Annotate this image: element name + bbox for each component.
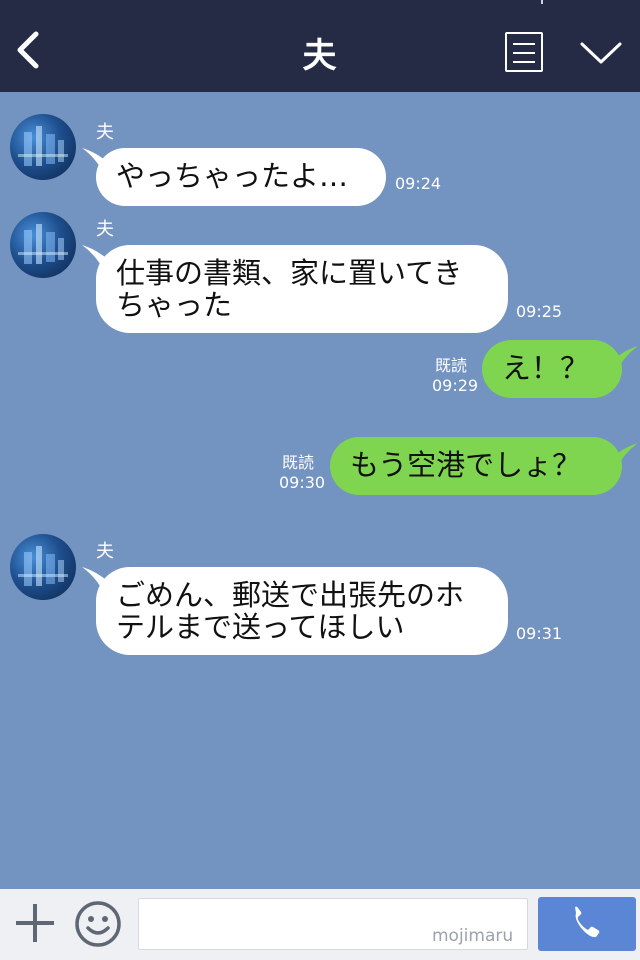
avatar-image (18, 546, 68, 586)
message-bubble[interactable]: もう空港でしょ？ (330, 437, 622, 495)
message-time: 09:30 (279, 473, 326, 492)
message-text-line: テルまで送ってほしい (116, 610, 405, 644)
avatar[interactable] (10, 534, 76, 600)
smiley-icon (75, 901, 121, 947)
message-bubble[interactable]: え！？ (482, 340, 622, 398)
chat-header: 夫 (0, 0, 640, 92)
read-receipt: 既読 (281, 453, 314, 472)
message-text: やっちゃったよ… (116, 159, 349, 193)
chevron-down-icon (580, 42, 622, 64)
avatar-image (18, 126, 68, 166)
message-text: もう空港でしょ？ (350, 448, 582, 482)
message-text-line: ごめん、郵送で出張先のホ (116, 578, 465, 612)
plus-icon (16, 904, 54, 942)
message-time: 09:31 (516, 624, 563, 643)
watermark: mojimaru (432, 926, 514, 946)
sender-name: 夫 (96, 122, 114, 143)
avatar-image (18, 224, 68, 264)
bubble-tail (610, 346, 638, 372)
message-time: 09:25 (516, 302, 563, 321)
message-text-line: ちゃった (116, 288, 233, 322)
status-indicator (541, 0, 543, 4)
avatar[interactable] (10, 212, 76, 278)
message-bubble[interactable]: 仕事の書類、家に置いてき ちゃった (96, 245, 508, 333)
menu-button[interactable] (505, 32, 543, 72)
message-bubble[interactable]: ごめん、郵送で出張先のホ テルまで送ってほしい (96, 567, 508, 655)
bubble-tail (610, 443, 638, 469)
message-time: 09:29 (432, 376, 479, 395)
phone-icon (575, 906, 600, 938)
collapse-button[interactable] (578, 36, 624, 70)
call-button[interactable] (538, 897, 636, 951)
sender-name: 夫 (96, 219, 114, 240)
message-text: え！？ (502, 351, 590, 385)
message-text-line: 仕事の書類、家に置いてき (116, 256, 463, 290)
add-attachment-button[interactable] (14, 902, 56, 944)
avatar[interactable] (10, 114, 76, 180)
chat-title: 夫 (302, 36, 338, 76)
emoji-button[interactable] (74, 900, 122, 948)
read-receipt: 既読 (434, 356, 467, 375)
message-bubble[interactable]: やっちゃったよ… (96, 148, 386, 206)
sender-name: 夫 (96, 541, 114, 562)
message-time: 09:24 (395, 174, 442, 193)
